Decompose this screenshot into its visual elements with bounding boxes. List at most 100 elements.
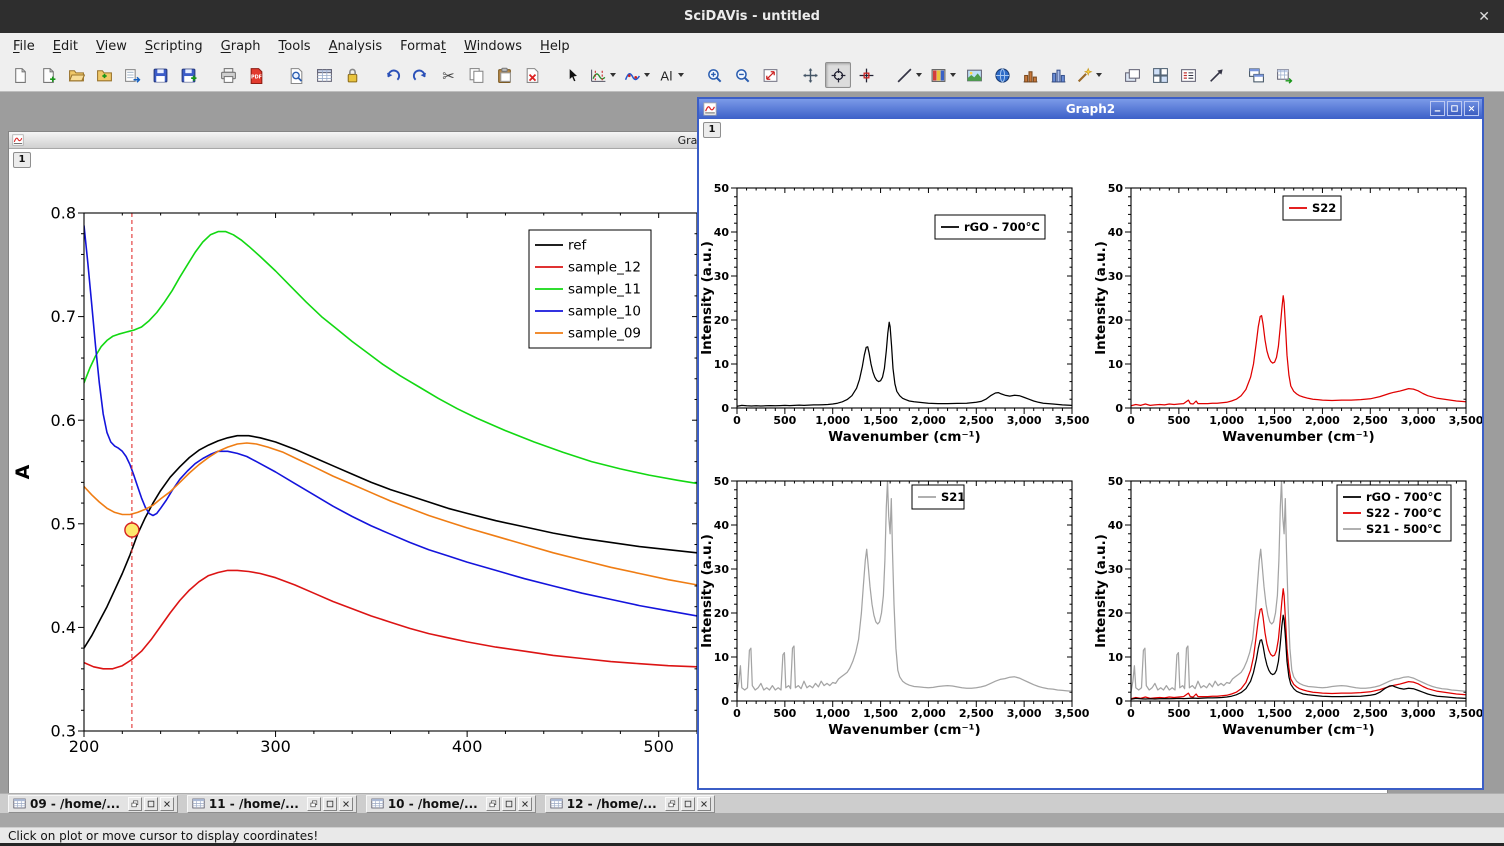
graph1-layer-button[interactable]: 1: [13, 152, 31, 168]
delete-selection-button[interactable]: [519, 62, 545, 88]
new-window-button[interactable]: [35, 62, 61, 88]
svg-text:2,500: 2,500: [959, 707, 994, 720]
import-ascii-button[interactable]: [119, 62, 145, 88]
rescale-to-show-all-button[interactable]: [757, 62, 783, 88]
zoom-out-button[interactable]: [729, 62, 755, 88]
taskbar-tab-11[interactable]: 11 - /home/...: [187, 795, 357, 813]
tab-close-button[interactable]: [697, 797, 711, 811]
menu-file[interactable]: File: [4, 35, 44, 58]
plot-columns-button[interactable]: [1045, 62, 1071, 88]
menu-scripting[interactable]: Scripting: [136, 35, 212, 58]
lock-toolbars-button[interactable]: [339, 62, 365, 88]
crosshair-icon: [830, 67, 847, 84]
svg-text:40: 40: [1108, 519, 1124, 532]
menu-edit[interactable]: Edit: [44, 35, 87, 58]
select-data-range-button[interactable]: [587, 62, 619, 88]
svg-text:40: 40: [714, 226, 730, 239]
graph2-minimize-button[interactable]: [1430, 101, 1445, 116]
move-data-points-button[interactable]: [797, 62, 823, 88]
add-layer-button[interactable]: [1119, 62, 1145, 88]
svg-text:0: 0: [721, 402, 729, 415]
cut-selection-button[interactable]: ✂: [435, 62, 461, 88]
tab-restore-button[interactable]: [307, 797, 321, 811]
tab-maximize-button[interactable]: [502, 797, 516, 811]
tab-restore-button[interactable]: [128, 797, 142, 811]
tab-restore-button[interactable]: [665, 797, 679, 811]
redo-button[interactable]: [407, 62, 433, 88]
tab-maximize-button[interactable]: [144, 797, 158, 811]
menu-view[interactable]: View: [87, 35, 136, 58]
plot-histogram-button[interactable]: [1017, 62, 1043, 88]
plot-wizard-button[interactable]: [1073, 62, 1105, 88]
arrange-layers-button[interactable]: [1147, 62, 1173, 88]
svg-text:40: 40: [1108, 226, 1124, 239]
copy-icon: [468, 67, 485, 84]
data-reader-button[interactable]: [825, 62, 851, 88]
add-legend-button[interactable]: [1175, 62, 1201, 88]
scissors-icon: ✂: [440, 67, 457, 84]
menu-windows[interactable]: Windows: [455, 35, 531, 58]
tab-close-button[interactable]: [160, 797, 174, 811]
export-table-button[interactable]: [1271, 62, 1297, 88]
graph2-canvas[interactable]: 1 05001,0001,5002,0002,5003,0003,5000102…: [699, 119, 1482, 788]
taskbar-tab-label: 12 - /home/...: [567, 797, 657, 811]
undo-button[interactable]: [379, 62, 405, 88]
svg-text:3,000: 3,000: [1401, 707, 1436, 720]
folder-open-icon: [68, 67, 85, 84]
menu-analysis[interactable]: Analysis: [320, 35, 392, 58]
print-button[interactable]: [215, 62, 241, 88]
pointer-button[interactable]: [559, 62, 585, 88]
tab-close-button[interactable]: [518, 797, 532, 811]
add-text-button[interactable]: Al: [655, 62, 687, 88]
export-pdf-button[interactable]: PDF: [243, 62, 269, 88]
table-arrow-icon: [1276, 67, 1293, 84]
svg-text:2,000: 2,000: [911, 414, 946, 427]
search-page-icon: [288, 67, 305, 84]
print-preview-button[interactable]: [283, 62, 309, 88]
zoom-in-button[interactable]: [701, 62, 727, 88]
menu-format[interactable]: Format: [391, 35, 455, 58]
new-project-button[interactable]: [7, 62, 33, 88]
taskbar-tab-09[interactable]: 09 - /home/...: [8, 795, 178, 813]
draw-line-button[interactable]: [893, 62, 925, 88]
open-web-button[interactable]: [989, 62, 1015, 88]
menu-graph[interactable]: Graph: [212, 35, 270, 58]
graph2-window[interactable]: Graph2 1 05001,0001,5002,0002,5003,0003,…: [697, 97, 1484, 790]
taskbar-tab-10[interactable]: 10 - /home/...: [366, 795, 536, 813]
window-close-button[interactable]: ✕: [1478, 0, 1490, 33]
new-table-button[interactable]: [311, 62, 337, 88]
graph2-plots[interactable]: 05001,0001,5002,0002,5003,0003,500010203…: [699, 119, 1482, 788]
graph2-titlebar[interactable]: Graph2: [699, 99, 1482, 119]
graph2-maximize-button[interactable]: [1447, 101, 1462, 116]
svg-text:Wavenumber (cm⁻¹): Wavenumber (cm⁻¹): [828, 429, 980, 445]
add-image-button[interactable]: [961, 62, 987, 88]
menu-help[interactable]: Help: [531, 35, 579, 58]
window-titlebar[interactable]: SciDAVis - untitled ✕: [0, 0, 1504, 33]
open-project-button[interactable]: [63, 62, 89, 88]
copy-selection-button[interactable]: [463, 62, 489, 88]
crosshair-box-icon: [858, 67, 875, 84]
tab-restore-button[interactable]: [486, 797, 500, 811]
save-template-button[interactable]: [175, 62, 201, 88]
svg-text:0.6: 0.6: [51, 411, 76, 430]
tab-maximize-button[interactable]: [681, 797, 695, 811]
graph2-close-button[interactable]: [1464, 101, 1479, 116]
duplicate-window-button[interactable]: [1243, 62, 1269, 88]
menu-tools[interactable]: Tools: [270, 35, 320, 58]
taskbar-tab-12[interactable]: 12 - /home/...: [545, 795, 715, 813]
svg-text:2,000: 2,000: [911, 707, 946, 720]
dropdown-caret-icon: [950, 73, 956, 77]
graph2-layer-button[interactable]: 1: [703, 122, 721, 138]
dropdown-caret-icon: [610, 73, 616, 77]
svg-text:0.8: 0.8: [51, 204, 76, 223]
color-map-button[interactable]: [927, 62, 959, 88]
screen-reader-button[interactable]: [853, 62, 879, 88]
select-curves-button[interactable]: [621, 62, 653, 88]
add-arrow-button[interactable]: [1203, 62, 1229, 88]
layers-icon: [1124, 67, 1141, 84]
save-project-button[interactable]: [147, 62, 173, 88]
append-project-button[interactable]: [91, 62, 117, 88]
tab-close-button[interactable]: [339, 797, 353, 811]
paste-selection-button[interactable]: [491, 62, 517, 88]
tab-maximize-button[interactable]: [323, 797, 337, 811]
